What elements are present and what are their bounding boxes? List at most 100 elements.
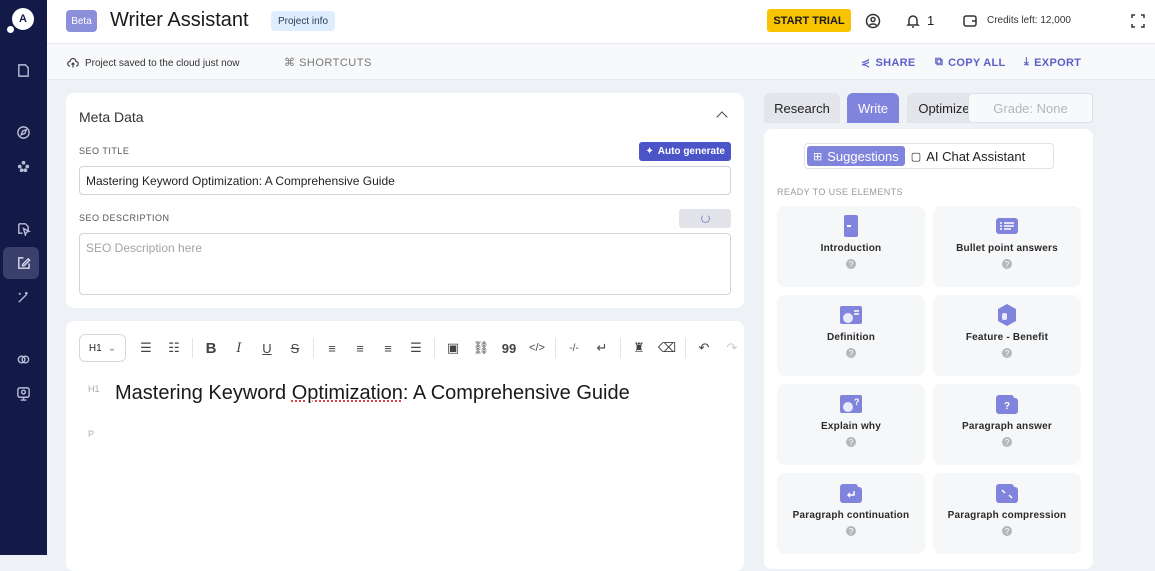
logo-dot — [7, 26, 14, 33]
element-label: Paragraph continuation — [792, 510, 910, 521]
fullscreen-icon[interactable] — [1130, 13, 1146, 29]
element-label: Paragraph answer — [962, 421, 1052, 432]
help-icon[interactable]: ? — [846, 348, 856, 358]
generate-description-button[interactable] — [679, 209, 731, 228]
align-left-icon[interactable]: ≡ — [318, 334, 346, 362]
wallet-icon — [962, 13, 978, 29]
help-icon[interactable]: ? — [1002, 526, 1012, 536]
export-button[interactable]: ⤓ EXPORT — [1024, 56, 1081, 69]
introduction-icon — [840, 215, 862, 237]
app-logo[interactable]: A — [12, 8, 34, 30]
toolbar-divider — [620, 338, 621, 358]
logo-text: A — [19, 13, 27, 25]
link-icon[interactable]: ⛓ — [467, 334, 495, 362]
project-info-button[interactable]: Project info — [271, 11, 336, 31]
align-right-icon[interactable]: ≡ — [374, 334, 402, 362]
bullet-list-icon — [996, 215, 1018, 237]
svg-text:?: ? — [1004, 401, 1010, 412]
share-label: SHARE — [875, 56, 916, 69]
bold-icon[interactable]: B — [197, 334, 225, 362]
strikethrough-icon[interactable]: S — [281, 334, 309, 362]
underline-icon[interactable]: U — [253, 334, 281, 362]
eraser-icon[interactable]: ⌫ — [653, 334, 681, 362]
notification-count: 1 — [927, 13, 935, 28]
magic-wand-icon: ✦ — [645, 146, 654, 157]
editor-card: H1 ⌄ ☰ ☷ B I U S ≡ ≡ ≡ ☰ ▣ ⛓ 99 </> -/- ↵… — [66, 321, 744, 571]
bullet-list-icon[interactable]: ☰ — [132, 334, 160, 362]
copy-all-button[interactable]: ⧉ COPY ALL — [935, 56, 1006, 69]
chat-icon: ▢ — [910, 150, 922, 163]
compass-icon[interactable] — [12, 121, 34, 143]
element-introduction[interactable]: Introduction ? — [777, 206, 925, 287]
help-icon[interactable]: ? — [846, 526, 856, 536]
ai-chat-tab[interactable]: ▢ AI Chat Assistant — [905, 146, 1031, 166]
element-label: Explain why — [821, 421, 881, 432]
element-paragraph-answer[interactable]: ? Paragraph answer ? — [933, 384, 1081, 465]
credits-label: Credits left: 12,000 — [987, 15, 1071, 26]
element-label: Bullet point answers — [956, 243, 1058, 254]
heading-text: Mastering Keyword — [115, 382, 292, 404]
toolbar-divider — [685, 338, 686, 358]
align-center-icon[interactable]: ≡ — [346, 334, 374, 362]
element-feature-benefit[interactable]: Feature - Benefit ? — [933, 295, 1081, 376]
seo-description-label: SEO DESCRIPTION — [79, 213, 170, 223]
document-icon[interactable] — [12, 59, 34, 81]
redo-icon[interactable]: ↷ — [718, 334, 746, 362]
suggestions-tab[interactable]: ⊞ Suggestions — [807, 146, 905, 166]
link-circles-icon[interactable] — [12, 348, 34, 370]
pen-tool-icon[interactable] — [12, 217, 34, 239]
tab-write[interactable]: Write — [847, 93, 899, 123]
magic-wand-icon[interactable] — [12, 286, 34, 308]
sidebar: A — [0, 0, 47, 555]
tab-research[interactable]: Research — [764, 93, 840, 123]
cluster-icon[interactable] — [12, 155, 34, 177]
user-icon[interactable] — [865, 13, 881, 29]
shortcuts-label: SHORTCUTS — [299, 57, 372, 69]
auto-generate-button[interactable]: ✦ Auto generate — [639, 142, 731, 161]
help-icon[interactable]: ? — [846, 437, 856, 447]
help-icon[interactable]: ? — [1002, 259, 1012, 269]
help-icon[interactable]: ? — [1002, 348, 1012, 358]
element-paragraph-compression[interactable]: Paragraph compression ? — [933, 473, 1081, 554]
start-trial-button[interactable]: START TRIAL — [767, 9, 851, 32]
help-icon[interactable]: ? — [846, 259, 856, 269]
toolbar-divider — [555, 338, 556, 358]
highlight-icon[interactable]: ♜ — [625, 334, 653, 362]
misspelled-word[interactable]: Optimization — [292, 382, 403, 404]
monitor-user-icon[interactable] — [12, 382, 34, 404]
heading-select[interactable]: H1 ⌄ — [79, 334, 126, 362]
grade-badge: Grade: None — [968, 93, 1093, 123]
undo-icon[interactable]: ↶ — [690, 334, 718, 362]
bell-icon[interactable] — [905, 13, 921, 29]
h1-block-tag: H1 — [88, 384, 100, 394]
quote-icon[interactable]: 99 — [495, 334, 523, 362]
italic-icon[interactable]: I — [225, 334, 253, 362]
shortcuts-button[interactable]: ⌘ SHORTCUTS — [284, 56, 372, 69]
seo-description-input[interactable]: SEO Description here — [79, 233, 731, 295]
seo-title-input[interactable]: Mastering Keyword Optimization: A Compre… — [79, 166, 731, 195]
save-status: Project saved to the cloud just now — [67, 57, 240, 69]
save-status-text: Project saved to the cloud just now — [85, 57, 240, 69]
suggestions-label: Suggestions — [827, 148, 899, 164]
toolbar-divider — [313, 338, 314, 358]
code-icon[interactable]: </> — [523, 334, 551, 362]
line-break-icon[interactable]: ↵ — [588, 334, 616, 362]
chevron-up-icon[interactable] — [716, 111, 728, 123]
paragraph-answer-icon: ? — [996, 393, 1018, 415]
element-paragraph-continuation[interactable]: Paragraph continuation ? — [777, 473, 925, 554]
share-button[interactable]: ⋞ SHARE — [861, 56, 916, 70]
element-label: Paragraph compression — [947, 510, 1067, 521]
element-bullet-point-answers[interactable]: Bullet point answers ? — [933, 206, 1081, 287]
edit-icon[interactable] — [12, 252, 34, 274]
horizontal-rule-icon[interactable]: -/- — [560, 334, 588, 362]
element-explain-why[interactable]: ? Explain why ? — [777, 384, 925, 465]
image-icon[interactable]: ▣ — [439, 334, 467, 362]
editor-heading[interactable]: Mastering Keyword Optimization: A Compre… — [115, 382, 630, 405]
loading-spinner-icon — [700, 214, 710, 223]
element-definition[interactable]: Definition ? — [777, 295, 925, 376]
align-justify-icon[interactable]: ☰ — [402, 334, 430, 362]
help-icon[interactable]: ? — [1002, 437, 1012, 447]
ordered-list-icon[interactable]: ☷ — [160, 334, 188, 362]
editor-toolbar: H1 ⌄ ☰ ☷ B I U S ≡ ≡ ≡ ☰ ▣ ⛓ 99 </> -/- ↵… — [79, 333, 746, 363]
download-icon: ⤓ — [1024, 56, 1030, 68]
